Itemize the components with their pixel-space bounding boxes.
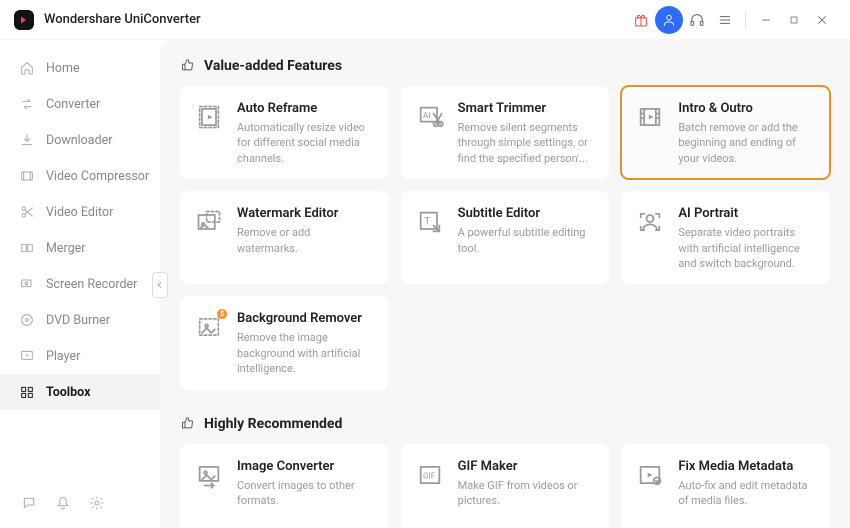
card-ai-portrait[interactable]: AI Portrait Separate video portraits with…: [621, 191, 830, 284]
card-title: Background Remover: [237, 311, 374, 326]
section-heading-text: Highly Recommended: [204, 416, 342, 432]
card-gif-maker[interactable]: GIF GIF Maker Make GIF from videos or pic…: [401, 444, 610, 528]
sidebar-item-dvd-burner[interactable]: DVD Burner: [0, 302, 160, 338]
card-title: Fix Media Metadata: [678, 459, 815, 474]
sidebar-item-label: Home: [46, 61, 80, 76]
recommended-grid: Image Converter Convert images to other f…: [180, 444, 830, 528]
card-intro-outro[interactable]: Intro & Outro Batch remove or add the beg…: [621, 86, 830, 179]
notifications-icon[interactable]: [54, 494, 72, 512]
portrait-icon: [636, 208, 666, 238]
card-title: GIF Maker: [458, 459, 595, 474]
sidebar-collapse-handle[interactable]: [152, 272, 168, 298]
card-fix-metadata[interactable]: Fix Media Metadata Auto-fix and edit meta…: [621, 444, 830, 528]
reframe-icon: [195, 103, 225, 133]
content-area: Value-added Features Auto Reframe Automat…: [160, 40, 850, 528]
price-badge: $: [217, 309, 227, 319]
card-title: Watermark Editor: [237, 206, 374, 221]
metadata-icon: [636, 461, 666, 491]
svg-text:AI: AI: [423, 110, 431, 120]
thumbs-up-icon: [180, 58, 196, 74]
card-desc: Separate video portraits with artificial…: [678, 225, 815, 271]
sidebar-item-label: Video Editor: [46, 205, 113, 220]
sidebar-item-player[interactable]: Player: [0, 338, 160, 374]
trimmer-icon: AI: [416, 103, 446, 133]
scissors-icon: [18, 203, 36, 221]
card-title: AI Portrait: [678, 206, 815, 221]
headset-icon[interactable]: [683, 6, 711, 34]
download-icon: [18, 131, 36, 149]
section-heading-value-added: Value-added Features: [180, 58, 830, 74]
hamburger-menu-icon[interactable]: [711, 6, 739, 34]
card-desc: Remove silent segments through simple se…: [458, 120, 595, 166]
gif-icon: GIF: [416, 461, 446, 491]
minimize-button[interactable]: [752, 6, 780, 34]
watermark-icon: [195, 208, 225, 238]
card-desc: Remove or add watermarks.: [237, 225, 374, 256]
sidebar-item-home[interactable]: Home: [0, 50, 160, 86]
play-icon: [18, 347, 36, 365]
section-heading-text: Value-added Features: [204, 58, 342, 74]
user-avatar-icon[interactable]: [655, 6, 683, 34]
settings-icon[interactable]: [88, 494, 106, 512]
card-image-converter[interactable]: Image Converter Convert images to other f…: [180, 444, 389, 528]
card-subtitle-editor[interactable]: T Subtitle Editor A powerful subtitle edi…: [401, 191, 610, 284]
bg-remover-icon: $: [195, 313, 225, 343]
home-icon: [18, 59, 36, 77]
sidebar-item-label: Converter: [46, 97, 100, 112]
sidebar-item-video-compressor[interactable]: Video Compressor: [0, 158, 160, 194]
sidebar-item-label: Toolbox: [46, 385, 90, 400]
card-desc: Remove the image background with artific…: [237, 330, 374, 376]
sidebar-item-label: Downloader: [46, 133, 113, 148]
card-title: Auto Reframe: [237, 101, 374, 116]
sidebar-item-video-editor[interactable]: Video Editor: [0, 194, 160, 230]
card-title: Subtitle Editor: [458, 206, 595, 221]
card-desc: Automatically resize video for different…: [237, 120, 374, 166]
sidebar-item-label: Video Compressor: [46, 169, 149, 184]
disc-icon: [18, 311, 36, 329]
sidebar-item-label: DVD Burner: [46, 313, 110, 328]
gift-icon[interactable]: [627, 6, 655, 34]
svg-text:T: T: [424, 215, 431, 228]
card-watermark-editor[interactable]: Watermark Editor Remove or add watermarks…: [180, 191, 389, 284]
sidebar-item-converter[interactable]: Converter: [0, 86, 160, 122]
image-convert-icon: [195, 461, 225, 491]
card-desc: Batch remove or add the beginning and en…: [678, 120, 815, 166]
card-desc: A powerful subtitle editing tool.: [458, 225, 595, 256]
close-button[interactable]: [808, 6, 836, 34]
sidebar-item-label: Merger: [46, 241, 86, 256]
toolbox-icon: [18, 383, 36, 401]
sidebar-footer: [0, 494, 160, 528]
filmstrip-icon: [636, 103, 666, 133]
value-added-grid: Auto Reframe Automatically resize video f…: [180, 86, 830, 390]
sidebar-item-screen-recorder[interactable]: Screen Recorder: [0, 266, 160, 302]
card-background-remover[interactable]: $ Background Remover Remove the image bac…: [180, 296, 389, 389]
card-desc: Convert images to other formats.: [237, 478, 374, 509]
converter-icon: [18, 95, 36, 113]
feedback-icon[interactable]: [20, 494, 38, 512]
subtitle-icon: T: [416, 208, 446, 238]
sidebar-item-downloader[interactable]: Downloader: [0, 122, 160, 158]
titlebar: Wondershare UniConverter: [0, 0, 850, 40]
recorder-icon: [18, 275, 36, 293]
card-title: Intro & Outro: [678, 101, 815, 116]
thumbs-up-icon: [180, 416, 196, 432]
card-auto-reframe[interactable]: Auto Reframe Automatically resize video f…: [180, 86, 389, 179]
section-heading-recommended: Highly Recommended: [180, 416, 830, 432]
card-smart-trimmer[interactable]: AI Smart Trimmer Remove silent segments t…: [401, 86, 610, 179]
sidebar-item-label: Screen Recorder: [46, 277, 137, 292]
card-desc: Auto-fix and edit metadata of media file…: [678, 478, 815, 509]
card-desc: Make GIF from videos or pictures.: [458, 478, 595, 509]
card-title: Image Converter: [237, 459, 374, 474]
sidebar: Home Converter Downloader Video Compress…: [0, 40, 160, 528]
app-logo: [14, 10, 34, 30]
merger-icon: [18, 239, 36, 257]
app-title: Wondershare UniConverter: [44, 12, 201, 27]
maximize-button[interactable]: [780, 6, 808, 34]
sidebar-item-label: Player: [46, 349, 80, 364]
sidebar-item-toolbox[interactable]: Toolbox: [0, 374, 160, 410]
sidebar-item-merger[interactable]: Merger: [0, 230, 160, 266]
card-title: Smart Trimmer: [458, 101, 595, 116]
svg-text:GIF: GIF: [423, 470, 436, 480]
compressor-icon: [18, 167, 36, 185]
